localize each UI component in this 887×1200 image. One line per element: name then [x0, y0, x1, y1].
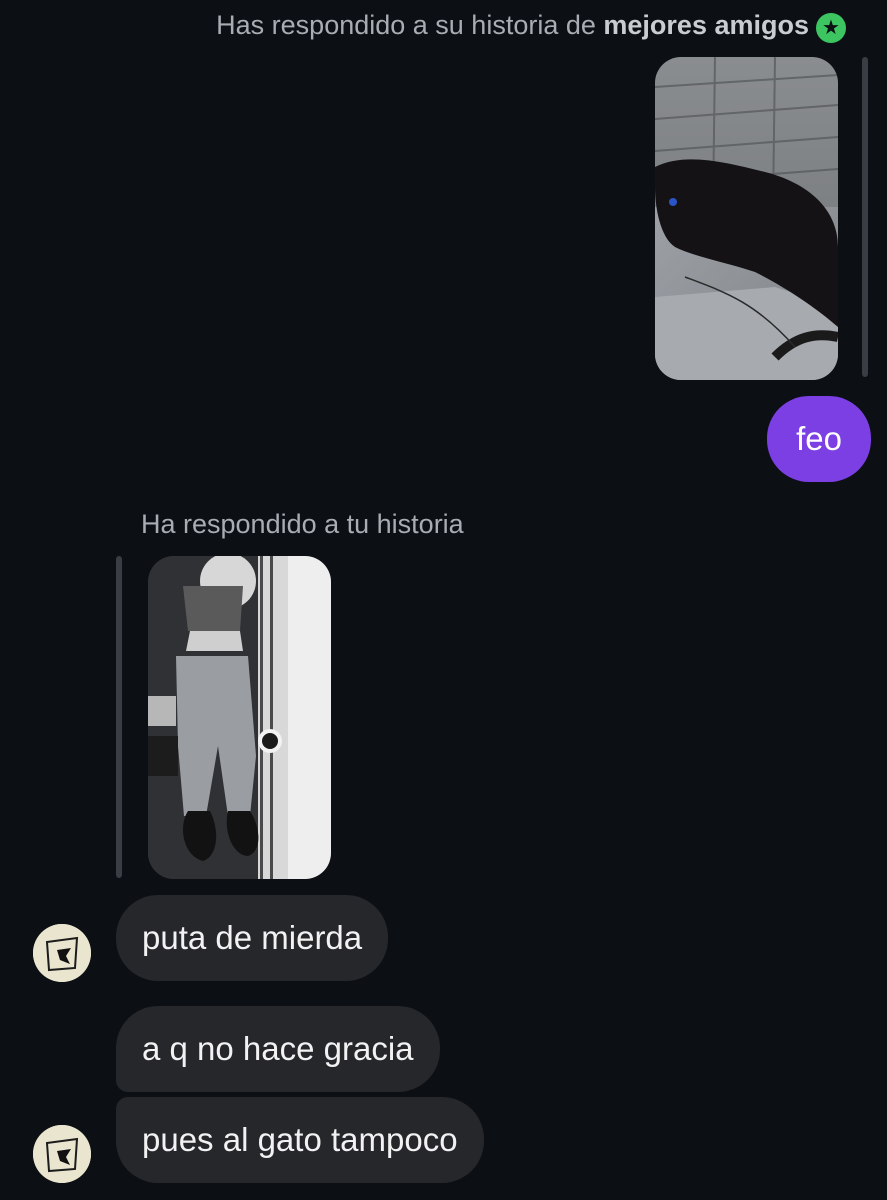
story-thumbnail-cat[interactable] [655, 57, 838, 380]
star-icon: ★ [816, 13, 846, 43]
mirror-selfie-image [148, 556, 331, 879]
reply-quote-bar [116, 556, 122, 878]
chat-screen: Has respondido a su historia de mejores … [0, 0, 887, 1200]
story-reply-caption-incoming: Ha respondido a tu historia [141, 509, 464, 539]
contact-avatar[interactable] [33, 924, 91, 982]
message-bubble-incoming[interactable]: puta de mierda [116, 895, 389, 981]
caption-close-friends: mejores amigos [603, 10, 809, 40]
avatar-image [33, 1125, 91, 1183]
avatar-image [33, 924, 91, 982]
message-bubble-outgoing[interactable]: feo [767, 396, 871, 482]
story-reply-caption-outgoing: Has respondido a su historia de mejores … [216, 10, 809, 41]
contact-avatar[interactable] [33, 1125, 91, 1183]
message-bubble-incoming[interactable]: a q no hace gracia [116, 1006, 440, 1092]
message-bubble-incoming[interactable]: pues al gato tampoco [116, 1097, 484, 1183]
cat-photo-image [655, 57, 838, 380]
caption-prefix: Has respondido a su historia de [216, 10, 596, 40]
story-thumbnail-person[interactable] [148, 556, 331, 879]
reply-quote-bar [862, 57, 868, 377]
